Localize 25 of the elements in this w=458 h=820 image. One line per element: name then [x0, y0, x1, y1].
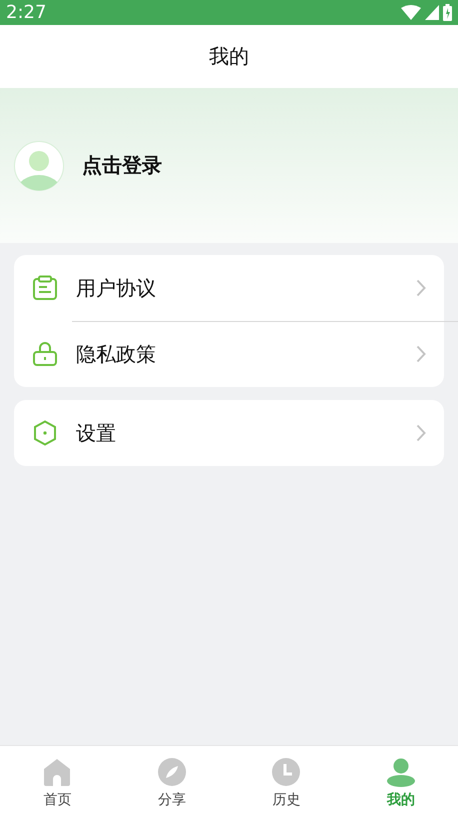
- menu-label: 隐私政策: [76, 340, 157, 368]
- battery-icon: [443, 4, 452, 21]
- chevron-icon: [416, 424, 426, 442]
- clipboard-icon: [32, 275, 58, 301]
- menu-item[interactable]: 用户协议: [14, 255, 444, 321]
- signal-icon: [425, 5, 439, 20]
- tab-item[interactable]: 首页: [0, 746, 114, 820]
- tab-item[interactable]: 分享: [114, 746, 229, 820]
- login-link[interactable]: 点击登录: [82, 152, 162, 179]
- menu-item[interactable]: 设置: [14, 400, 444, 466]
- menu-label: 设置: [76, 420, 117, 446]
- avatar-icon[interactable]: [14, 140, 64, 190]
- home-icon: [42, 757, 72, 787]
- lock-icon: [32, 341, 58, 367]
- status-time: 2:27: [6, 2, 46, 23]
- compass-icon: [156, 757, 187, 787]
- chevron-icon: [416, 279, 426, 297]
- clock-icon: [271, 757, 302, 787]
- menu-label: 用户协议: [76, 274, 157, 302]
- tab-item[interactable]: 历史: [229, 746, 344, 820]
- person-icon: [386, 757, 416, 787]
- chevron-icon: [416, 345, 426, 363]
- hexagon-icon: [32, 420, 58, 446]
- wifi-icon: [401, 5, 421, 20]
- page-title: 我的: [209, 43, 249, 70]
